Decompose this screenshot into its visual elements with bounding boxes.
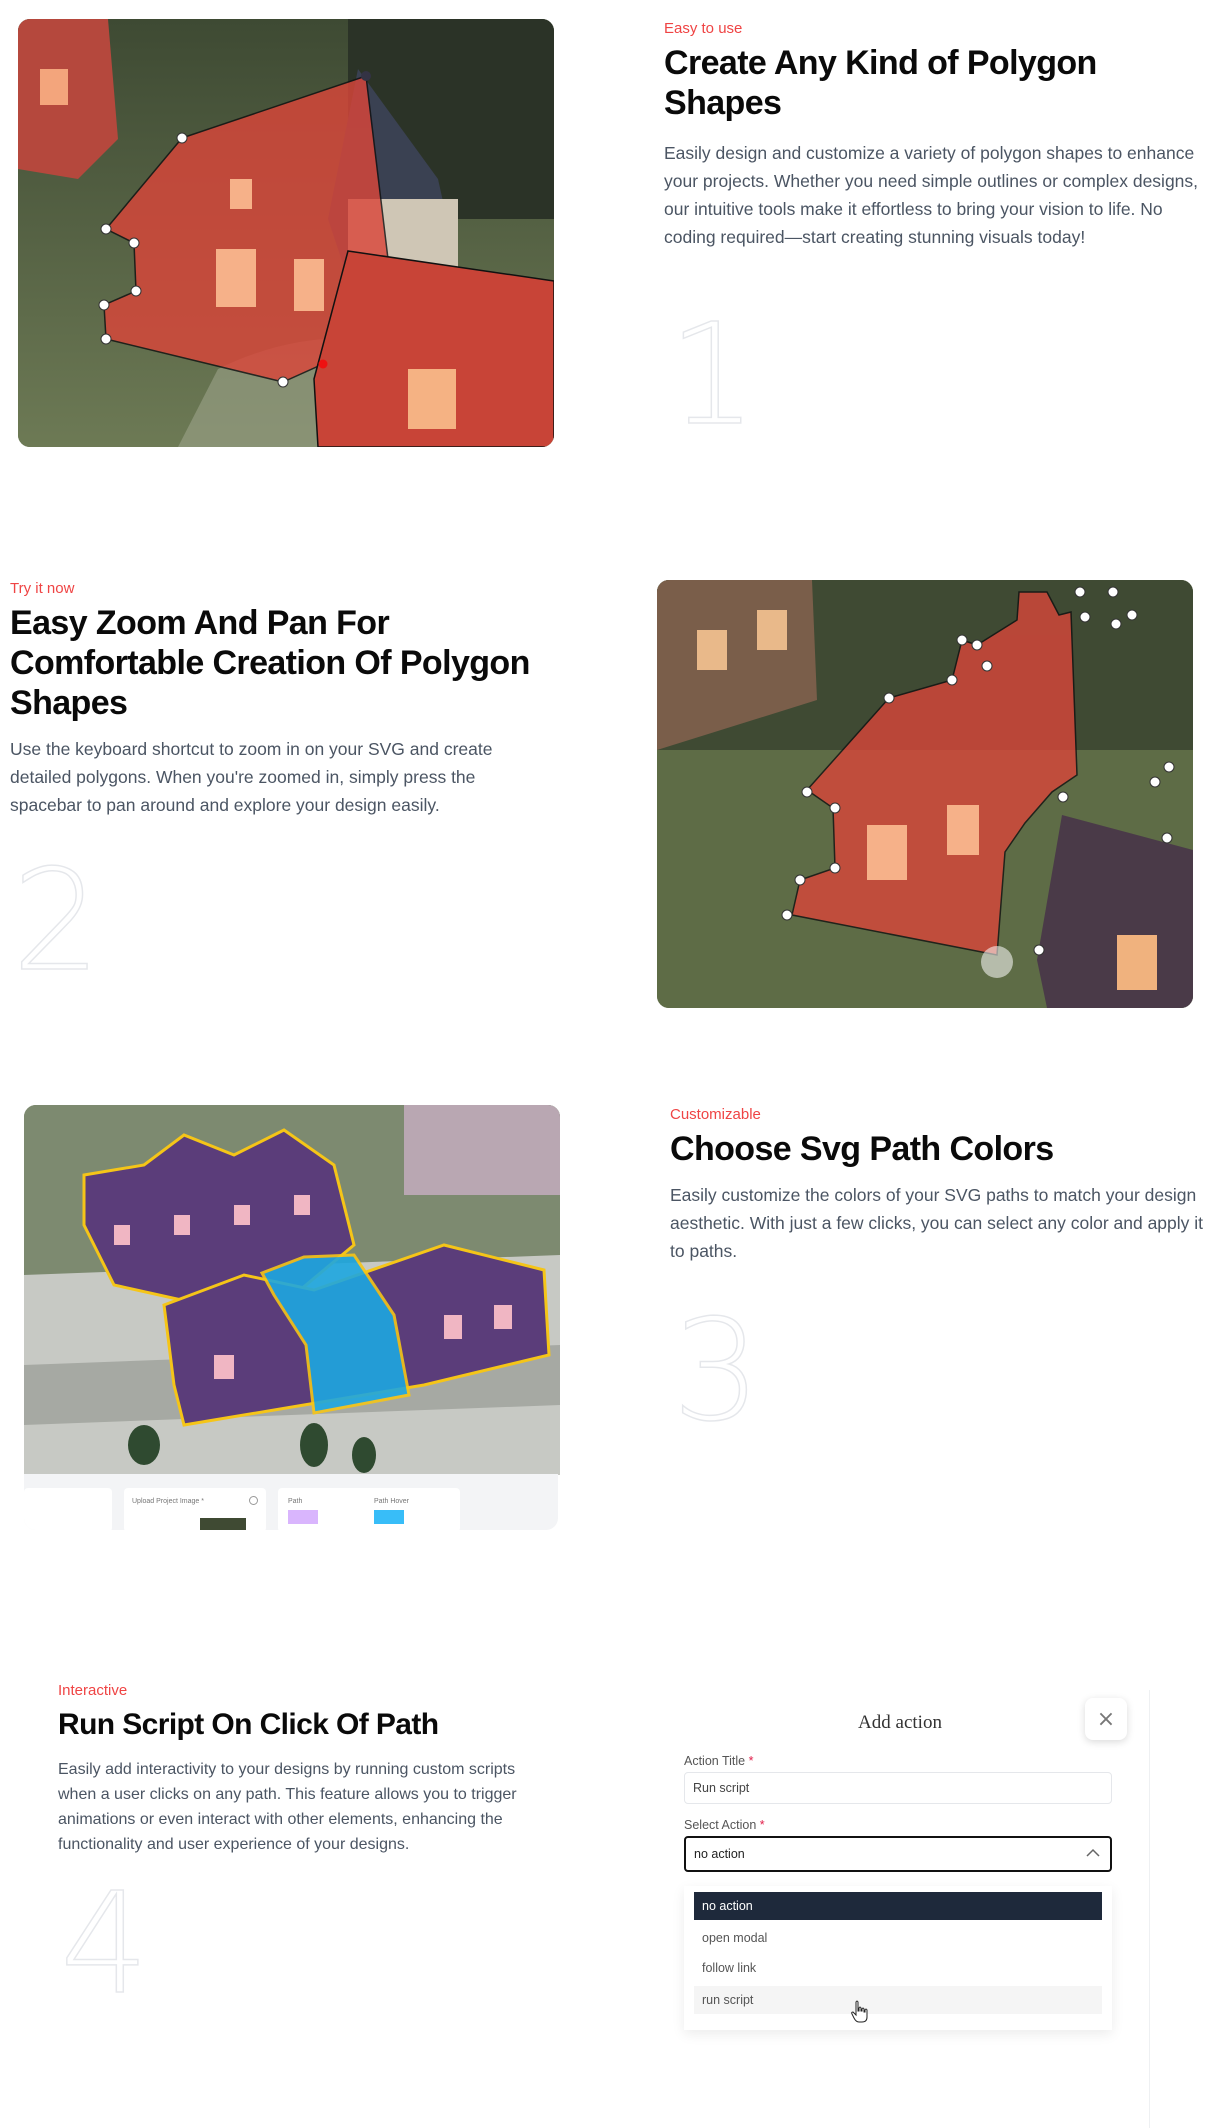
step-number-1: 1 xyxy=(667,294,758,457)
feature-4-text: Interactive Run Script On Click Of Path … xyxy=(58,1682,538,1857)
upload-card[interactable]: Upload Project Image * xyxy=(124,1488,266,1530)
feature-1-text: Easy to use Create Any Kind of Polygon S… xyxy=(664,20,1204,251)
path-hover-color-swatch[interactable] xyxy=(374,1510,404,1524)
feature-eyebrow: Customizable xyxy=(670,1106,761,1123)
required-mark: * xyxy=(759,1818,765,1832)
feature-2-text: Try it now Easy Zoom And Pan For Comfort… xyxy=(10,580,550,819)
path-color-card[interactable]: Path Path Hover xyxy=(278,1488,460,1530)
image-thumbnail xyxy=(200,1518,246,1530)
info-icon xyxy=(249,1496,258,1505)
action-title-label-text: Action Title xyxy=(684,1754,746,1768)
polygon-editor-screenshot-3 xyxy=(24,1105,560,1475)
add-action-modal: Add action × Action Title * Run script S… xyxy=(672,1690,1144,2090)
polygon-editor-screenshot-2 xyxy=(657,580,1193,1008)
feature-description: Easily design and customize a variety of… xyxy=(664,143,1199,247)
action-title-label: Action Title * xyxy=(684,1754,754,1768)
feature-title: Run Script On Click Of Path xyxy=(58,1708,439,1741)
color-toolbar: Upload Project Image * Path Path Hover xyxy=(24,1474,558,1530)
step-number-2: 2 xyxy=(11,840,102,1003)
step-number-3: 3 xyxy=(671,1290,762,1453)
feature-eyebrow: Try it now xyxy=(10,580,75,597)
option-no-action[interactable]: no action xyxy=(694,1892,1102,1920)
close-button[interactable]: × xyxy=(1085,1698,1127,1740)
feature-title: Create Any Kind of Polygon Shapes xyxy=(664,44,1097,122)
path-label: Path xyxy=(288,1498,303,1505)
selected-value: no action xyxy=(694,1847,745,1861)
chevron-up-icon xyxy=(1086,1848,1100,1857)
feature-description: Easily add interactivity to your designs… xyxy=(58,1761,517,1853)
option-run-script[interactable]: run script xyxy=(694,1986,1102,2014)
feature-title: Choose Svg Path Colors xyxy=(670,1130,1054,1168)
option-open-modal[interactable]: open modal xyxy=(694,1924,1102,1952)
feature-title: Easy Zoom And Pan For Comfortable Creati… xyxy=(10,604,530,722)
select-action-dropdown[interactable]: no action xyxy=(684,1836,1112,1872)
close-icon: × xyxy=(1096,1706,1116,1732)
polygon-editor-screenshot-1 xyxy=(18,19,554,447)
step-number-4: 4 xyxy=(59,1863,150,2026)
action-options-list: no action open modal follow link run scr… xyxy=(684,1886,1112,2030)
path-hover-label: Path Hover xyxy=(374,1498,410,1505)
action-title-input[interactable]: Run script xyxy=(684,1772,1112,1804)
select-action-label-text: Select Action xyxy=(684,1818,757,1832)
required-mark: * xyxy=(748,1754,754,1768)
toolbar-card-left xyxy=(24,1488,112,1530)
feature-eyebrow: Interactive xyxy=(58,1682,128,1699)
hand-cursor-icon xyxy=(851,2000,868,2023)
modal-title: Add action xyxy=(858,1712,942,1733)
upload-label: Upload Project Image * xyxy=(132,1498,204,1505)
path-color-swatch[interactable] xyxy=(288,1510,318,1524)
feature-description: Easily customize the colors of your SVG … xyxy=(670,1185,1204,1261)
feature-description: Use the keyboard shortcut to zoom in on … xyxy=(10,739,493,815)
feature-eyebrow: Easy to use xyxy=(664,20,743,37)
option-follow-link[interactable]: follow link xyxy=(694,1954,1102,1982)
feature-3-text: Customizable Choose Svg Path Colors Easi… xyxy=(670,1106,1210,1265)
select-action-label: Select Action * xyxy=(684,1818,765,1832)
